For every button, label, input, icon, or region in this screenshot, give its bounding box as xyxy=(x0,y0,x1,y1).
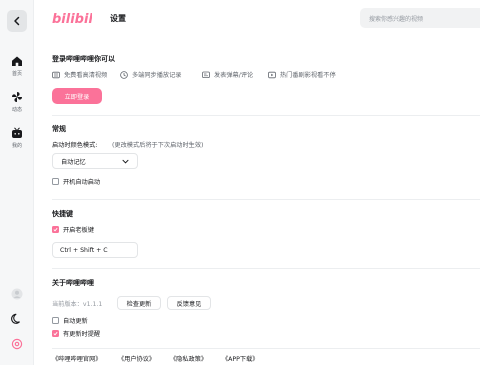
feedback-button[interactable]: 反馈意见 xyxy=(167,296,211,310)
checkmark-icon xyxy=(53,331,58,336)
hotkey-input[interactable]: Ctrl + Shift + C xyxy=(52,242,138,258)
chevron-down-icon xyxy=(122,159,129,164)
moon-icon xyxy=(11,313,20,324)
danmaku-icon xyxy=(202,71,210,78)
search-input[interactable]: 搜索你感兴趣的视频 xyxy=(360,8,480,28)
page-title: 设置 xyxy=(110,14,126,23)
link-app-download[interactable]: 《APP下载》 xyxy=(222,354,258,363)
hotkey-section-title: 快捷键 xyxy=(52,210,73,218)
boss-key-label: 开启老板键 xyxy=(63,227,94,234)
feature-danmaku: 发表弹幕/评论 xyxy=(202,70,253,79)
tv-icon xyxy=(12,127,22,138)
feature-label: 热门番剧影视看不停 xyxy=(280,72,336,79)
feature-hd: 免费看高清视频 xyxy=(52,70,107,79)
update-notify-checkbox[interactable]: 有更新时提醒 xyxy=(52,329,100,338)
autostart-label: 开机自动启动 xyxy=(63,179,101,186)
settings-content: 登录哔哩哔哩你可以 免费看高清视频 多端同步播放记录 发表弹幕/评论 热门番剧影… xyxy=(34,36,480,365)
bilibili-logo: bilibili xyxy=(52,12,92,27)
feature-label: 发表弹幕/评论 xyxy=(214,72,254,79)
header: bilibili 设置 搜索你感兴趣的视频 xyxy=(34,0,480,36)
checkbox-box[interactable] xyxy=(52,317,59,324)
login-button[interactable]: 立即登录 xyxy=(52,88,102,104)
divider xyxy=(52,199,480,200)
check-update-button[interactable]: 检查更新 xyxy=(117,296,161,310)
login-section-title: 登录哔哩哔哩你可以 xyxy=(52,55,115,63)
auto-update-label: 自动更新 xyxy=(63,318,88,325)
theme-toggle[interactable] xyxy=(0,313,34,325)
feature-label: 免费看高清视频 xyxy=(64,72,108,79)
link-privacy-policy[interactable]: 《隐私政策》 xyxy=(170,354,207,363)
about-section-title: 关于哔哩哔哩 xyxy=(52,279,94,287)
autostart-checkbox[interactable]: 开机自动启动 xyxy=(52,177,100,186)
settings-nav[interactable] xyxy=(0,338,34,350)
divider xyxy=(52,268,480,269)
clock-icon xyxy=(120,70,128,79)
pinwheel-icon xyxy=(12,92,22,102)
divider xyxy=(52,115,480,116)
checkbox-box[interactable] xyxy=(52,178,59,185)
svg-text:bilibili: bilibili xyxy=(52,12,92,27)
sidebar-item-label: 首页 xyxy=(11,71,22,77)
theme-mode-hint: (更改模式后将于下次启动时生效) xyxy=(112,142,204,149)
divider xyxy=(52,348,480,349)
theme-mode-value: 自动记忆 xyxy=(61,158,86,166)
link-official-site[interactable]: 《哔哩哔哩官网》 xyxy=(52,354,102,363)
sidebar-item-home[interactable]: 首页 xyxy=(0,55,34,77)
chevron-left-icon xyxy=(14,16,20,26)
avatar-icon xyxy=(11,288,23,300)
update-notify-label: 有更新时提醒 xyxy=(63,331,101,338)
feature-anime: 热门番剧影视看不停 xyxy=(268,70,336,79)
play-icon xyxy=(268,71,276,78)
auto-update-checkbox[interactable]: 自动更新 xyxy=(52,316,88,325)
sidebar-item-mine[interactable]: 我的 xyxy=(0,127,34,149)
checkbox-box[interactable] xyxy=(52,330,59,337)
hd-icon xyxy=(52,71,60,78)
settings-icon xyxy=(11,338,23,350)
sidebar-item-dynamic[interactable]: 动态 xyxy=(0,91,34,113)
general-section-title: 常规 xyxy=(52,125,66,133)
sidebar-item-label: 动态 xyxy=(11,107,22,113)
feature-label: 多端同步播放记录 xyxy=(132,72,182,79)
theme-mode-select[interactable]: 自动记忆 xyxy=(52,153,138,169)
sidebar: 首页 动态 我的 xyxy=(0,0,34,365)
theme-mode-label: 启动时颜色模式: xyxy=(52,142,98,149)
checkbox-box[interactable] xyxy=(52,226,59,233)
checkmark-icon xyxy=(53,227,58,232)
feature-sync: 多端同步播放记录 xyxy=(120,70,182,79)
boss-key-checkbox[interactable]: 开启老板键 xyxy=(52,225,94,234)
version-text: 当前版本：v1.1.1 xyxy=(52,301,103,308)
home-icon xyxy=(12,56,22,66)
sidebar-item-label: 我的 xyxy=(11,143,22,149)
link-user-agreement[interactable]: 《用户协议》 xyxy=(118,354,155,363)
avatar[interactable] xyxy=(0,288,34,300)
back-button[interactable] xyxy=(7,10,27,32)
